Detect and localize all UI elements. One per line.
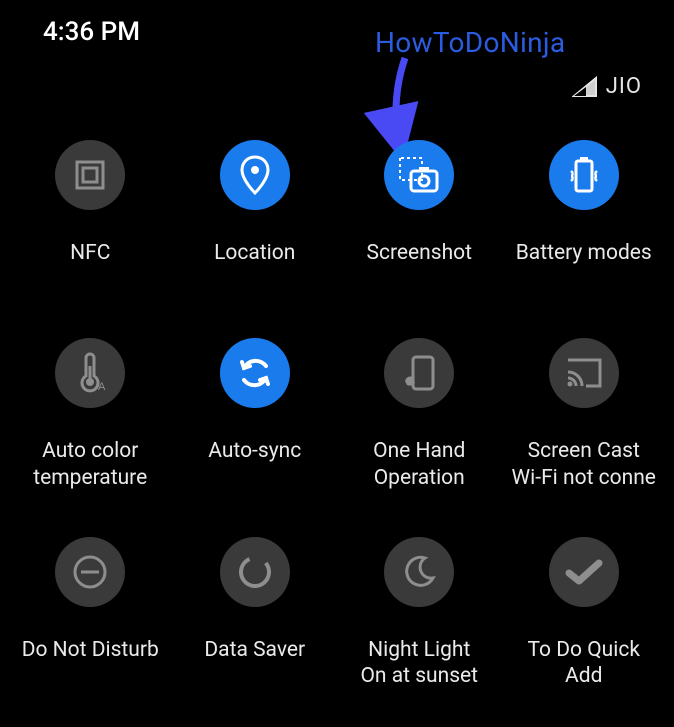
- cast-icon: [549, 338, 619, 408]
- tile-label: Location: [214, 240, 295, 266]
- check-icon: [549, 537, 619, 607]
- location-icon: [220, 140, 290, 210]
- tile-label: Screen Cast Wi-Fi not conne: [512, 438, 656, 491]
- screenshot-icon: [384, 140, 454, 210]
- tile-one-hand[interactable]: One Hand Operation: [337, 330, 502, 528]
- tile-screenshot[interactable]: Screenshot: [337, 132, 502, 330]
- signal-status: JIO: [572, 74, 642, 99]
- tile-label: NFC: [70, 240, 110, 266]
- tile-location[interactable]: Location: [173, 132, 338, 330]
- one-hand-icon: [384, 338, 454, 408]
- status-time: 4:36 PM: [43, 17, 140, 47]
- data-saver-icon: [220, 537, 290, 607]
- tile-auto-color-temp[interactable]: A Auto color temperature: [8, 330, 173, 528]
- tile-night-light[interactable]: Night Light On at sunset: [337, 529, 502, 727]
- tile-label: Data Saver: [204, 637, 305, 663]
- tile-nfc[interactable]: NFC: [8, 132, 173, 330]
- svg-text:A: A: [98, 381, 106, 393]
- tile-label: Battery modes: [516, 240, 652, 266]
- signal-icon: [572, 76, 598, 98]
- tile-battery-modes[interactable]: Battery modes: [502, 132, 667, 330]
- tiles-grid: NFC Location Screenshot: [0, 122, 674, 727]
- annotation-text: HowToDoNinja: [375, 26, 565, 59]
- moon-icon: [384, 537, 454, 607]
- dnd-icon: [55, 537, 125, 607]
- carrier-label: JIO: [606, 74, 642, 99]
- tile-label: Screenshot: [366, 240, 472, 266]
- tile-data-saver[interactable]: Data Saver: [173, 529, 338, 727]
- nfc-icon: [55, 140, 125, 210]
- tile-auto-sync[interactable]: Auto-sync: [173, 330, 338, 528]
- status-bar: 4:36 PM: [0, 0, 674, 60]
- quick-settings-panel: 4:36 PM HowToDoNinja JIO: [0, 0, 674, 727]
- tile-dnd[interactable]: Do Not Disturb: [8, 529, 173, 727]
- battery-icon: [549, 140, 619, 210]
- tile-screen-cast[interactable]: Screen Cast Wi-Fi not conne: [502, 330, 667, 528]
- tile-label: One Hand Operation: [373, 438, 465, 491]
- tile-label: Do Not Disturb: [22, 637, 159, 663]
- tile-label: Night Light On at sunset: [360, 637, 478, 690]
- sync-icon: [220, 338, 290, 408]
- tile-todo-quick-add[interactable]: To Do Quick Add: [502, 529, 667, 727]
- tile-label: Auto color temperature: [33, 438, 147, 491]
- thermometer-icon: A: [55, 338, 125, 408]
- tile-label: To Do Quick Add: [528, 637, 640, 690]
- tile-label: Auto-sync: [208, 438, 301, 464]
